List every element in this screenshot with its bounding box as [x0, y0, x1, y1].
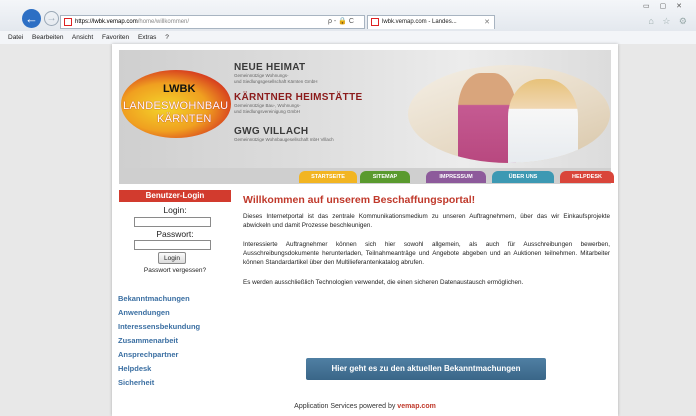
forward-arrow-icon[interactable]: → [44, 11, 59, 26]
site-footer: Application Services powered by vemap.co… [112, 403, 618, 410]
address-tools[interactable]: ρ - 🔒 C [328, 15, 354, 29]
nav-ueber-uns[interactable]: ÜBER UNS [492, 171, 554, 183]
url-path: /home/willkommen/ [137, 19, 190, 25]
logo-line1: LANDESWOHNBAU [123, 100, 229, 112]
window-controls[interactable]: ▭ ▢ ✕ [643, 2, 686, 10]
org-title: GWG VILLACH [234, 126, 309, 137]
org-kaerntner-heimstaette: KÄRNTNER HEIMSTÄTTE Gemeinnützige Bau-, … [234, 92, 362, 115]
nav-sitemap[interactable]: SITEMAP [360, 171, 410, 183]
password-label: Passwort: [156, 229, 194, 239]
sidebar-item-interessensbekundung[interactable]: Interessensbekundung [118, 320, 232, 334]
logo-abbr: LWBK [163, 83, 196, 95]
announcements-button[interactable]: Hier geht es zu den aktuellen Bekanntmac… [306, 358, 546, 380]
menu-favoriten[interactable]: Favoriten [102, 34, 129, 41]
tab-favicon-icon [371, 18, 379, 26]
org-title: NEUE HEIMAT [234, 62, 306, 73]
nav-startseite[interactable]: STARTSEITE [299, 171, 357, 183]
page-title: Willkommen auf unserem Beschaffungsporta… [243, 194, 476, 206]
login-button[interactable]: Login [158, 252, 186, 264]
tab-title: lwbk.vemap.com - Landes... [382, 19, 457, 25]
menu-datei[interactable]: Datei [8, 34, 23, 41]
back-arrow-icon[interactable]: ← [22, 9, 41, 28]
sidebar-item-bekanntmachungen[interactable]: Bekanntmachungen [118, 292, 232, 306]
sidebar-item-anwendungen[interactable]: Anwendungen [118, 306, 232, 320]
forgot-password-link[interactable]: Passwort vergessen? [119, 267, 231, 274]
menu-help[interactable]: ? [165, 34, 169, 41]
footer-text: Application Services powered by [294, 403, 396, 410]
menu-bearbeiten[interactable]: Bearbeiten [32, 34, 63, 41]
header-photo [408, 65, 610, 163]
sidebar-item-sicherheit[interactable]: Sicherheit [118, 376, 232, 390]
tab-close-icon[interactable]: ✕ [484, 16, 490, 29]
browser-chrome: ← → https://lwbk.vemap.com/home/willkomm… [0, 0, 696, 44]
main-nav: STARTSEITE SITEMAP IMPRESSUM ÜBER UNS HE… [119, 168, 614, 184]
site-favicon-icon [64, 18, 72, 26]
sidebar-item-zusammenarbeit[interactable]: Zusammenarbeit [118, 334, 232, 348]
org-sub: und Siedlungsgesellschaft Kärnten GmbH [234, 79, 318, 84]
login-field[interactable] [134, 217, 211, 227]
menu-ansicht[interactable]: Ansicht [72, 34, 93, 41]
home-star-gear-icons[interactable]: ⌂ ☆ ⚙ [648, 16, 690, 27]
nav-helpdesk[interactable]: HELPDESK [560, 171, 614, 183]
login-label: Login: [163, 205, 187, 215]
logo-line2: KÄRNTEN [157, 113, 212, 125]
footer-brand-link[interactable]: vemap.com [397, 403, 436, 410]
org-gwg-villach: GWG VILLACH Gemeinnützige Wohnbaugesells… [234, 126, 334, 143]
org-title: KÄRNTNER HEIMSTÄTTE [234, 92, 363, 103]
photo-person-woman [508, 79, 578, 163]
org-sub: und Siedlungsvereinigung GmbH [234, 109, 301, 114]
sidebar-nav: Bekanntmachungen Anwendungen Interessens… [118, 292, 232, 390]
site-container: LWBK LANDESWOHNBAU KÄRNTEN NEUE HEIMAT G… [112, 44, 618, 416]
sidebar-item-ansprechpartner[interactable]: Ansprechpartner [118, 348, 232, 362]
login-heading: Benutzer-Login [119, 190, 231, 202]
site-header: LWBK LANDESWOHNBAU KÄRNTEN NEUE HEIMAT G… [119, 50, 611, 168]
browser-tab[interactable]: lwbk.vemap.com - Landes... ✕ [367, 15, 495, 29]
url-host: https://lwbk.vemap.com [75, 19, 138, 25]
menu-bar: Datei Bearbeiten Ansicht Favoriten Extra… [0, 31, 696, 44]
sidebar-item-helpdesk[interactable]: Helpdesk [118, 362, 232, 376]
security-paragraph: Es werden ausschließlich Technologien ve… [243, 279, 524, 286]
intro-paragraph: Dieses Internetportal ist das zentrale K… [243, 213, 610, 230]
info-paragraph: Interessierte Auftragnehmer können sich … [243, 241, 610, 267]
menu-extras[interactable]: Extras [138, 34, 156, 41]
org-neue-heimat: NEUE HEIMAT Gemeinnützige Wohnungs- und … [234, 62, 318, 85]
org-sub: Gemeinnützige Wohnbaugesellschaft mbH Vi… [234, 137, 334, 142]
address-bar[interactable]: https://lwbk.vemap.com/home/willkommen/ [60, 15, 365, 29]
password-field[interactable] [134, 240, 211, 250]
nav-impressum[interactable]: IMPRESSUM [426, 171, 486, 183]
